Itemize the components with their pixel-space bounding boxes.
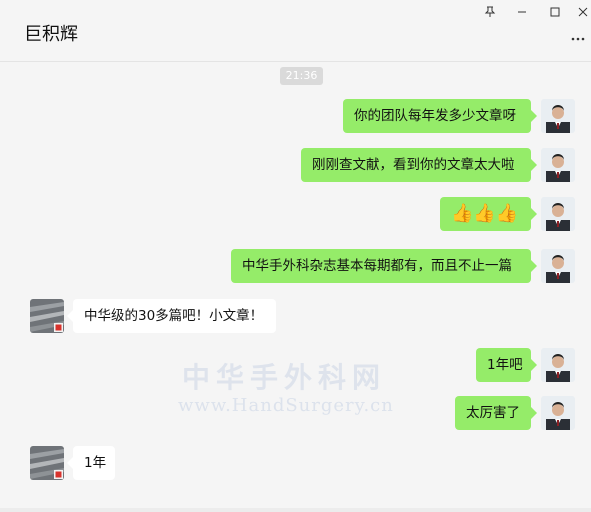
chat-window: 巨积辉 21:36 中华手外科网 www.HandSurgery.cn 你的团队… [0, 0, 591, 512]
message-bubble-incoming[interactable]: 1年 [67, 446, 115, 480]
pin-icon[interactable] [480, 4, 500, 20]
message-bubble-outgoing[interactable]: 刚刚查文献，看到你的文章太大啦 [301, 148, 537, 182]
message-bubble-outgoing[interactable]: 中华手外科杂志基本每期都有，而且不止一篇 [231, 249, 537, 283]
my-avatar[interactable] [541, 148, 575, 182]
message-bubble-outgoing[interactable]: 太厉害了 [455, 396, 537, 430]
my-avatar[interactable] [541, 197, 575, 231]
chat-header: 巨积辉 [0, 0, 591, 62]
close-icon[interactable] [573, 4, 591, 20]
contact-avatar[interactable] [30, 299, 64, 333]
my-avatar[interactable] [541, 348, 575, 382]
watermark-url: www.HandSurgery.cn [178, 395, 394, 416]
more-icon[interactable] [571, 30, 585, 44]
contact-avatar[interactable] [30, 446, 64, 480]
input-area-divider [0, 508, 591, 512]
my-avatar[interactable] [541, 396, 575, 430]
minimize-icon[interactable] [512, 4, 532, 20]
message-bubble-incoming[interactable]: 中华级的30多篇吧！小文章！ [67, 299, 276, 333]
my-avatar[interactable] [541, 99, 575, 133]
my-avatar[interactable] [541, 249, 575, 283]
message-timestamp: 21:36 [280, 67, 323, 85]
watermark-title: 中华手外科网 [182, 361, 387, 394]
message-bubble-outgoing-emoji[interactable]: 👍👍👍 [440, 197, 537, 231]
maximize-icon[interactable] [545, 4, 565, 20]
message-bubble-outgoing[interactable]: 1年吧 [476, 348, 537, 382]
chat-title: 巨积辉 [24, 24, 78, 45]
message-bubble-outgoing[interactable]: 你的团队每年发多少文章呀 [343, 99, 537, 133]
